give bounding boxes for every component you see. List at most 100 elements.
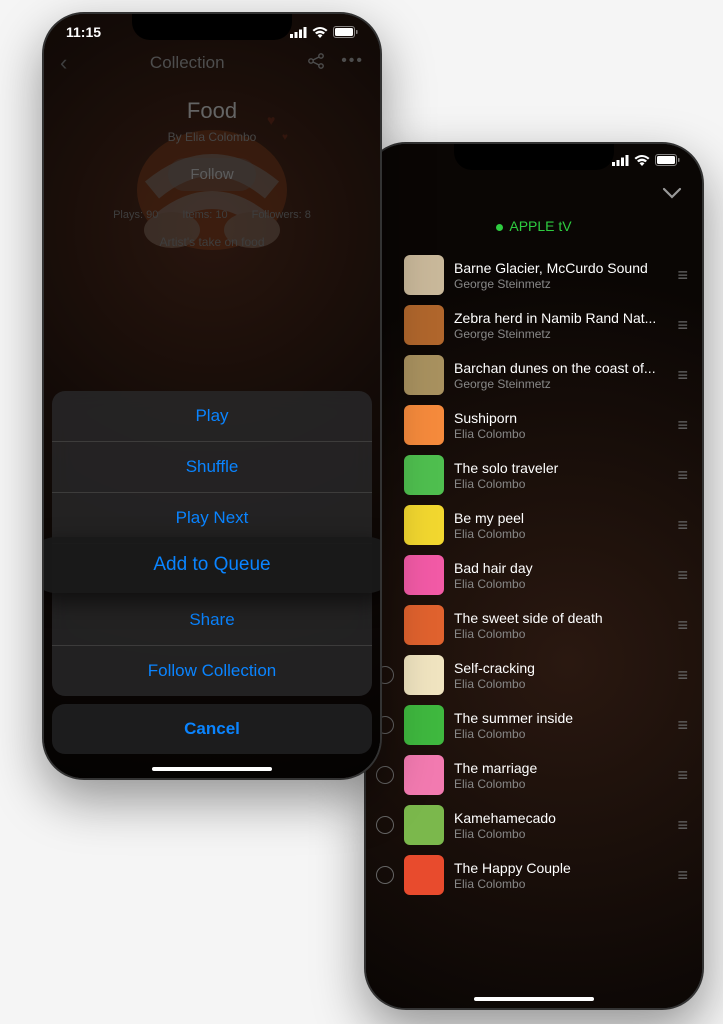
drag-handle-icon[interactable]: ≡: [677, 865, 686, 886]
track-info: Barne Glacier, McCurdo SoundGeorge Stein…: [454, 260, 667, 291]
track-thumbnail: [404, 455, 444, 495]
drag-handle-icon[interactable]: ≡: [677, 515, 686, 536]
track-thumbnail: [404, 355, 444, 395]
track-thumbnail: [404, 755, 444, 795]
drag-handle-icon[interactable]: ≡: [677, 315, 686, 336]
track-row[interactable]: Self-crackingElia Colombo ≡: [366, 650, 702, 700]
track-row[interactable]: Barne Glacier, McCurdo SoundGeorge Stein…: [366, 250, 702, 300]
track-info: Barchan dunes on the coast of...George S…: [454, 360, 667, 391]
cellular-signal-icon: [290, 27, 307, 38]
track-thumbnail: [404, 805, 444, 845]
track-row[interactable]: The solo travelerElia Colombo ≡: [366, 450, 702, 500]
drag-handle-icon[interactable]: ≡: [677, 365, 686, 386]
sheet-share[interactable]: Share: [52, 595, 372, 646]
sheet-shuffle[interactable]: Shuffle: [52, 442, 372, 493]
track-info: The sweet side of deathElia Colombo: [454, 610, 667, 641]
drag-handle-icon[interactable]: ≡: [677, 815, 686, 836]
track-artist: George Steinmetz: [454, 377, 667, 391]
sheet-follow-collection[interactable]: Follow Collection: [52, 646, 372, 696]
track-title: Self-cracking: [454, 660, 667, 676]
queue-track-list[interactable]: Barne Glacier, McCurdo SoundGeorge Stein…: [366, 250, 702, 920]
select-radio[interactable]: [376, 816, 394, 834]
track-thumbnail: [404, 305, 444, 345]
track-row[interactable]: Zebra herd in Namib Rand Nat...George St…: [366, 300, 702, 350]
track-info: The solo travelerElia Colombo: [454, 460, 667, 491]
track-artist: George Steinmetz: [454, 277, 667, 291]
track-thumbnail: [404, 855, 444, 895]
track-title: Barne Glacier, McCurdo Sound: [454, 260, 667, 276]
battery-icon: [655, 154, 680, 166]
track-row[interactable]: The Happy CoupleElia Colombo ≡: [366, 850, 702, 900]
track-info: Self-crackingElia Colombo: [454, 660, 667, 691]
track-title: Kamehamecado: [454, 810, 667, 826]
collapse-button[interactable]: [366, 172, 702, 208]
track-title: The solo traveler: [454, 460, 667, 476]
track-title: Zebra herd in Namib Rand Nat...: [454, 310, 667, 326]
track-title: Sushiporn: [454, 410, 667, 426]
drag-handle-icon[interactable]: ≡: [677, 615, 686, 636]
drag-handle-icon[interactable]: ≡: [677, 665, 686, 686]
track-thumbnail: [404, 605, 444, 645]
drag-handle-icon[interactable]: ≡: [677, 265, 686, 286]
sheet-cancel[interactable]: Cancel: [52, 704, 372, 754]
track-artist: George Steinmetz: [454, 327, 667, 341]
cast-target-name: APPLE tV: [509, 218, 571, 234]
track-info: Be my peelElia Colombo: [454, 510, 667, 541]
track-row[interactable]: Barchan dunes on the coast of...George S…: [366, 350, 702, 400]
cellular-signal-icon: [612, 155, 629, 166]
track-thumbnail: [404, 705, 444, 745]
track-artist: Elia Colombo: [454, 877, 667, 891]
phone-mockup-right: APPLE tV Barne Glacier, McCurdo SoundGeo…: [364, 142, 704, 1010]
track-info: KamehamecadoElia Colombo: [454, 810, 667, 841]
track-artist: Elia Colombo: [454, 827, 667, 841]
home-indicator[interactable]: [152, 767, 272, 771]
track-info: The Happy CoupleElia Colombo: [454, 860, 667, 891]
track-row[interactable]: The sweet side of deathElia Colombo ≡: [366, 600, 702, 650]
track-artist: Elia Colombo: [454, 477, 667, 491]
sheet-add-to-queue-highlight[interactable]: Add to Queue: [42, 537, 382, 593]
track-row[interactable]: Bad hair dayElia Colombo ≡: [366, 550, 702, 600]
track-artist: Elia Colombo: [454, 627, 667, 641]
track-thumbnail: [404, 655, 444, 695]
track-title: Be my peel: [454, 510, 667, 526]
wifi-icon: [312, 27, 328, 38]
track-row[interactable]: The marriageElia Colombo ≡: [366, 750, 702, 800]
track-title: Barchan dunes on the coast of...: [454, 360, 667, 376]
track-info: The marriageElia Colombo: [454, 760, 667, 791]
track-info: The summer insideElia Colombo: [454, 710, 667, 741]
track-title: Bad hair day: [454, 560, 667, 576]
track-row[interactable]: SushipornElia Colombo ≡: [366, 400, 702, 450]
track-row[interactable]: Be my peelElia Colombo ≡: [366, 500, 702, 550]
track-artist: Elia Colombo: [454, 727, 667, 741]
track-artist: Elia Colombo: [454, 527, 667, 541]
track-info: Bad hair dayElia Colombo: [454, 560, 667, 591]
track-thumbnail: [404, 405, 444, 445]
track-row[interactable]: KamehamecadoElia Colombo ≡: [366, 800, 702, 850]
action-sheet: Play Shuffle Play Next Add to Queue Shar…: [52, 391, 372, 754]
track-title: The marriage: [454, 760, 667, 776]
drag-handle-icon[interactable]: ≡: [677, 715, 686, 736]
track-thumbnail: [404, 255, 444, 295]
track-thumbnail: [404, 505, 444, 545]
select-radio[interactable]: [376, 866, 394, 884]
track-title: The summer inside: [454, 710, 667, 726]
status-time: 11:15: [66, 24, 101, 40]
track-artist: Elia Colombo: [454, 427, 667, 441]
drag-handle-icon[interactable]: ≡: [677, 565, 686, 586]
drag-handle-icon[interactable]: ≡: [677, 765, 686, 786]
track-info: Zebra herd in Namib Rand Nat...George St…: [454, 310, 667, 341]
sheet-play[interactable]: Play: [52, 391, 372, 442]
notch: [454, 144, 614, 170]
home-indicator[interactable]: [474, 997, 594, 1001]
phone-mockup-left: 11:15 ‹ Collection ••• ♥ ♥: [42, 12, 382, 780]
track-title: The sweet side of death: [454, 610, 667, 626]
cast-target-label[interactable]: APPLE tV: [366, 208, 702, 250]
drag-handle-icon[interactable]: ≡: [677, 465, 686, 486]
drag-handle-icon[interactable]: ≡: [677, 415, 686, 436]
track-artist: Elia Colombo: [454, 677, 667, 691]
wifi-icon: [634, 155, 650, 166]
track-row[interactable]: The summer insideElia Colombo ≡: [366, 700, 702, 750]
cast-active-indicator-icon: [496, 224, 503, 231]
track-title: The Happy Couple: [454, 860, 667, 876]
track-artist: Elia Colombo: [454, 577, 667, 591]
